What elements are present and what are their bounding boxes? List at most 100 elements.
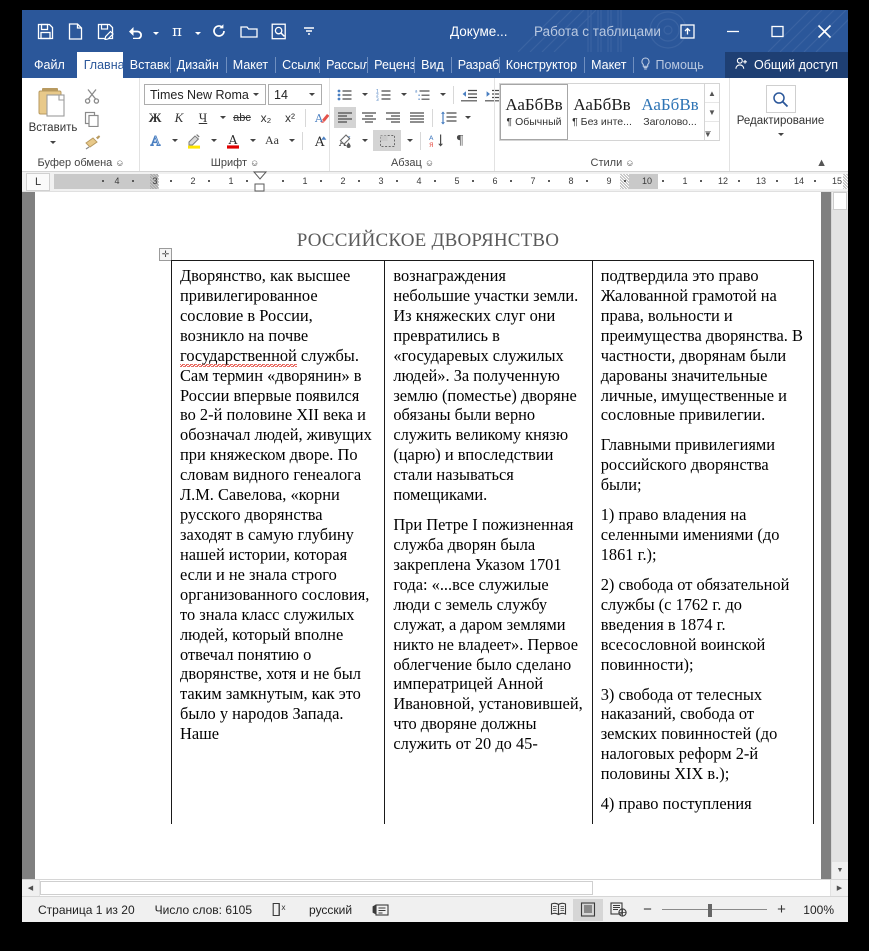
style-no-spacing[interactable]: АаБбВв ¶ Без инте... xyxy=(568,84,636,140)
tab-review[interactable]: Рецензи xyxy=(367,52,414,78)
ribbon-display-options-icon[interactable] xyxy=(665,10,710,52)
zoom-in-button[interactable]: + xyxy=(775,901,788,918)
table-cell-3[interactable]: подтвердила это право Жалованной грамото… xyxy=(591,261,813,825)
paragraph-dialog-launcher-icon[interactable]: ⎉ xyxy=(426,158,433,168)
undo-dropdown-caret-icon[interactable] xyxy=(150,16,162,46)
sort-icon[interactable]: AЯ xyxy=(425,130,447,151)
new-document-icon[interactable] xyxy=(60,16,90,46)
font-color-icon[interactable]: A xyxy=(222,130,244,151)
font-dialog-launcher-icon[interactable]: ⎉ xyxy=(251,158,258,168)
table-cell-2[interactable]: вознаграждения небольшие участки земли. … xyxy=(384,261,591,825)
spellcheck-icon[interactable]: x xyxy=(262,898,299,922)
scroll-left-icon[interactable]: ◀ xyxy=(22,880,39,896)
underline-button[interactable]: Ч xyxy=(192,107,214,128)
tab-mailings[interactable]: Рассыл xyxy=(319,52,367,78)
text-effects-icon[interactable]: A xyxy=(144,130,166,151)
justify-icon[interactable] xyxy=(406,107,428,128)
shading-caret-icon[interactable] xyxy=(358,130,371,151)
search-icon[interactable] xyxy=(765,85,796,113)
clipboard-dialog-launcher-icon[interactable]: ⎉ xyxy=(116,158,123,168)
restore-icon[interactable] xyxy=(755,10,800,52)
style-normal[interactable]: АаБбВв ¶ Обычный xyxy=(500,84,568,140)
first-line-indent-marker[interactable] xyxy=(252,171,268,193)
print-layout-view-button[interactable] xyxy=(573,898,603,921)
zoom-level[interactable]: 100% xyxy=(796,903,834,917)
numbering-icon[interactable]: 123 xyxy=(373,84,395,105)
tab-design[interactable]: Дизайн xyxy=(169,52,226,78)
copy-icon[interactable] xyxy=(80,108,104,129)
tab-stop-selector[interactable]: L xyxy=(26,172,50,191)
page-indicator[interactable]: Страница 1 из 20 xyxy=(28,898,145,922)
change-case-caret-icon[interactable] xyxy=(285,130,298,151)
scroll-right-icon[interactable]: ▶ xyxy=(831,880,848,896)
paste-button[interactable]: Вставить xyxy=(26,81,80,147)
line-spacing-caret-icon[interactable] xyxy=(461,107,474,128)
align-center-icon[interactable] xyxy=(358,107,380,128)
multilevel-list-icon[interactable]: a xyxy=(412,84,434,105)
strikethrough-button[interactable]: abc xyxy=(231,107,253,128)
tab-tell-me[interactable]: Помощь xyxy=(633,52,710,78)
borders-icon[interactable] xyxy=(373,130,401,151)
language-indicator[interactable]: русский xyxy=(299,898,362,922)
word-count[interactable]: Число слов: 6105 xyxy=(145,898,262,922)
table-cell-1[interactable]: Дворянство, как высшее привилегированное… xyxy=(172,261,384,824)
editing-dropdown-caret-icon[interactable] xyxy=(777,127,784,139)
text-effects-caret-icon[interactable] xyxy=(168,130,181,151)
cut-icon[interactable] xyxy=(80,85,104,106)
underline-caret-icon[interactable] xyxy=(216,107,229,128)
horizontal-scrollbar[interactable]: ◀ ▶ xyxy=(22,879,848,896)
italic-button[interactable]: К xyxy=(168,107,190,128)
tab-file[interactable]: Файл xyxy=(22,52,77,78)
tab-table-design[interactable]: Конструктор xyxy=(498,52,584,78)
equation-dropdown-caret-icon[interactable] xyxy=(192,16,204,46)
tab-insert[interactable]: Вставка xyxy=(123,52,170,78)
bullets-icon[interactable] xyxy=(334,84,356,105)
font-size-caret-icon[interactable] xyxy=(305,93,319,96)
horizontal-scroll-thumb[interactable] xyxy=(40,881,593,895)
multilevel-caret-icon[interactable] xyxy=(436,84,449,105)
editing-button[interactable]: Редактирование xyxy=(735,81,827,139)
tab-developer[interactable]: Разрабо xyxy=(450,52,499,78)
tab-references[interactable]: Ссылки xyxy=(275,52,319,78)
read-mode-view-button[interactable] xyxy=(543,899,573,921)
tab-layout[interactable]: Макет xyxy=(225,52,275,78)
tab-table-layout[interactable]: Макет xyxy=(584,52,633,78)
equation-icon[interactable]: π xyxy=(162,16,192,46)
bullets-caret-icon[interactable] xyxy=(358,84,371,105)
show-formatting-marks-icon[interactable]: ¶ xyxy=(449,130,471,151)
bold-button[interactable]: Ж xyxy=(144,107,166,128)
horizontal-scroll-track[interactable] xyxy=(39,880,831,896)
repeat-icon[interactable] xyxy=(204,16,234,46)
borders-caret-icon[interactable] xyxy=(403,130,416,151)
numbering-caret-icon[interactable] xyxy=(397,84,410,105)
minimize-icon[interactable] xyxy=(710,10,755,52)
zoom-slider-knob[interactable] xyxy=(708,903,712,917)
macro-record-icon[interactable] xyxy=(362,898,399,922)
share-button[interactable]: Общий доступ xyxy=(725,52,848,78)
save-icon[interactable] xyxy=(30,16,60,46)
horizontal-ruler[interactable]: 4 3 2 1 1 2 3 4 5 6 7 8 9 10 1 12 13 14 … xyxy=(54,171,848,192)
style-heading1[interactable]: АаБбВв Заголово... xyxy=(636,84,704,140)
vertical-scroll-track[interactable] xyxy=(832,209,848,862)
subscript-button[interactable]: x₂ xyxy=(255,107,277,128)
line-spacing-icon[interactable] xyxy=(437,107,459,128)
superscript-button[interactable]: x² xyxy=(279,107,301,128)
styles-scroll-down-icon[interactable]: ▼ xyxy=(705,102,719,121)
undo-icon[interactable] xyxy=(120,16,150,46)
highlight-caret-icon[interactable] xyxy=(207,130,220,151)
zoom-out-button[interactable]: − xyxy=(641,901,654,918)
paste-dropdown-caret-icon[interactable] xyxy=(50,135,56,147)
tab-view[interactable]: Вид xyxy=(414,52,451,78)
format-painter-icon[interactable] xyxy=(80,131,104,152)
align-right-icon[interactable] xyxy=(382,107,404,128)
save-as-icon[interactable] xyxy=(90,16,120,46)
vertical-scroll-thumb[interactable] xyxy=(833,192,847,210)
change-case-button[interactable]: Aa xyxy=(261,130,283,151)
highlight-color-icon[interactable] xyxy=(183,130,205,151)
open-folder-icon[interactable] xyxy=(234,16,264,46)
font-family-caret-icon[interactable] xyxy=(249,93,263,96)
scroll-down-icon[interactable]: ▼ xyxy=(832,862,848,879)
customize-qat-icon[interactable] xyxy=(294,16,324,46)
vertical-scrollbar[interactable]: ▼ xyxy=(831,192,848,879)
collapse-ribbon-icon[interactable]: ▲ xyxy=(816,157,827,169)
